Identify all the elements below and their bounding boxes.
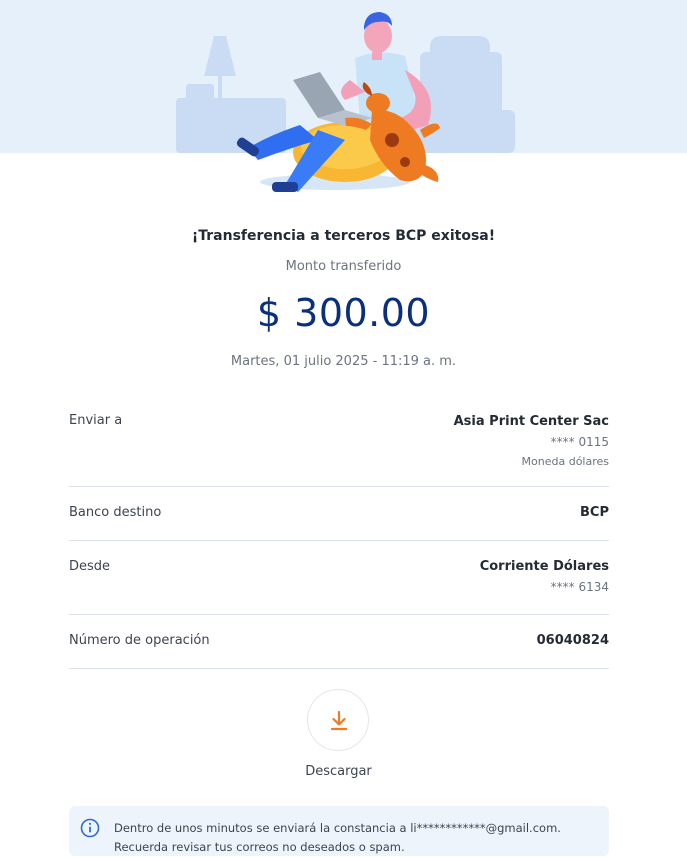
detail-row-origin: Desde Corriente Dólares **** 6134	[69, 541, 609, 615]
success-illustration	[0, 0, 687, 200]
recipient-account: **** 0115	[550, 435, 609, 449]
download-button[interactable]	[307, 689, 369, 751]
detail-row-operation: Número de operación 06040824	[69, 615, 609, 669]
origin-account-type: Corriente Dólares	[479, 559, 609, 574]
origin-label: Desde	[69, 559, 111, 574]
amount-label: Monto transferido	[285, 259, 402, 274]
recipient-label: Enviar a	[69, 413, 123, 428]
notice-text: Dentro de unos minutos se enviará la con…	[114, 821, 561, 854]
bank-label: Banco destino	[69, 505, 162, 520]
transfer-details: Enviar a Asia Print Center Sac **** 0115…	[69, 400, 609, 669]
transfer-amount: $ 300.00	[256, 291, 431, 335]
download-label[interactable]: Descargar	[0, 764, 677, 779]
detail-row-bank: Banco destino BCP	[69, 487, 609, 541]
operation-number: 06040824	[536, 633, 609, 648]
info-icon	[80, 818, 100, 842]
origin-account: **** 6134	[550, 580, 609, 594]
operation-label: Número de operación	[69, 633, 210, 648]
email-notice: Dentro de unos minutos se enviará la con…	[69, 806, 609, 856]
recipient-name: Asia Print Center Sac	[453, 414, 609, 429]
recipient-currency: Moneda dólares	[521, 455, 609, 468]
bank-value: BCP	[580, 505, 609, 520]
transfer-date: Martes, 01 julio 2025 - 11:19 a. m.	[230, 354, 457, 369]
detail-row-recipient: Enviar a Asia Print Center Sac **** 0115…	[69, 400, 609, 487]
page-title: ¡Transferencia a terceros BCP exitosa!	[191, 228, 496, 244]
